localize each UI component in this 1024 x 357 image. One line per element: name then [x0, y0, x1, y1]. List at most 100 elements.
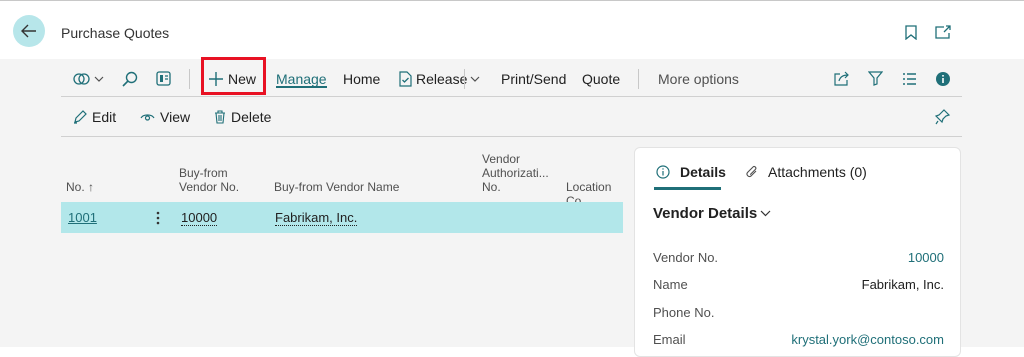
- page-header: Purchase Quotes: [0, 1, 1024, 59]
- field-value: Fabrikam, Inc.: [861, 277, 944, 292]
- row-vendor-no[interactable]: 10000: [181, 202, 218, 233]
- vendor-name-value: Fabrikam, Inc.: [275, 209, 358, 226]
- share-button[interactable]: [834, 62, 850, 95]
- factbox-panel: Details Attachments (0) Vendor Details V…: [634, 147, 961, 357]
- filter-button[interactable]: [868, 62, 883, 95]
- field-label: Vendor No.: [653, 250, 719, 265]
- column-label: Buy-from: [179, 166, 228, 180]
- field-email: Email krystal.york@contoso.com: [653, 332, 944, 350]
- record-actions-bar: Edit View Delete: [61, 104, 962, 130]
- paperclip-icon: [746, 165, 758, 179]
- divider: [61, 136, 962, 137]
- release-label: Release: [416, 70, 468, 87]
- column-label: Vendor: [482, 152, 521, 166]
- purchase-quotes-list: No. ↑ Buy-from Vendor No. Buy-from Vendo…: [61, 138, 623, 347]
- row-no: 1001: [68, 210, 97, 225]
- print-send-label: Print/Send: [501, 70, 567, 87]
- action-bar: New Manage Home Release Print/Send Quote…: [61, 57, 962, 95]
- info-icon: [936, 71, 950, 86]
- filter-pane-button[interactable]: [156, 62, 171, 95]
- active-tab-underline: [276, 86, 327, 88]
- more-vertical-icon: [156, 211, 160, 225]
- quote-label: Quote: [582, 70, 621, 87]
- share-icon: [834, 71, 850, 86]
- sort-ascending-icon: ↑: [88, 180, 95, 194]
- active-tab-underline: [654, 187, 721, 190]
- column-label: No.: [66, 180, 85, 194]
- delete-button[interactable]: Delete: [214, 104, 271, 130]
- edit-label: Edit: [92, 109, 117, 125]
- filter-icon: [868, 71, 883, 86]
- field-name: Name Fabrikam, Inc.: [653, 277, 944, 295]
- more-options-button[interactable]: More options: [658, 62, 739, 95]
- details-tab-label: Details: [680, 164, 726, 180]
- edit-button[interactable]: Edit: [73, 104, 116, 130]
- email-link[interactable]: krystal.york@contoso.com: [791, 332, 944, 347]
- tab-home[interactable]: Home: [343, 62, 380, 95]
- eye-icon: [140, 112, 155, 122]
- filter-pane-icon: [156, 71, 171, 86]
- row-no-link[interactable]: 1001: [68, 202, 97, 233]
- tab-manage[interactable]: Manage: [276, 62, 327, 95]
- trash-icon: [214, 110, 226, 124]
- row-actions-menu[interactable]: [156, 202, 160, 233]
- table-row[interactable]: 1001 10000 Fabrikam, Inc.: [61, 202, 623, 233]
- field-phone: Phone No.: [653, 305, 944, 323]
- bookmark-icon[interactable]: [902, 23, 920, 41]
- search-icon: [122, 71, 138, 87]
- chevron-down-icon: [470, 76, 480, 82]
- tab-details[interactable]: Details: [656, 162, 726, 182]
- info-button[interactable]: [936, 62, 950, 95]
- column-header-vendor-name[interactable]: Buy-from Vendor Name: [274, 180, 399, 194]
- analysis-icon: [73, 72, 91, 86]
- attachments-tab-label: Attachments (0): [768, 164, 867, 180]
- arrow-left-icon: [21, 24, 37, 38]
- field-label: Name: [653, 277, 688, 292]
- field-label: Email: [653, 332, 686, 347]
- chevron-down-icon: [94, 76, 104, 82]
- tab-print-send[interactable]: Print/Send: [501, 62, 566, 95]
- column-label: Vendor No.: [179, 180, 240, 194]
- list-view-icon: [902, 72, 917, 85]
- toolbar-separator: [189, 69, 190, 89]
- pencil-icon: [73, 110, 87, 124]
- tab-attachments[interactable]: Attachments (0): [746, 162, 867, 182]
- release-button[interactable]: Release: [399, 62, 467, 95]
- column-header-no[interactable]: No. ↑: [66, 180, 94, 194]
- highlight-box: [201, 57, 266, 95]
- pin-edit-icon: [935, 109, 951, 125]
- personalize-button[interactable]: [935, 104, 951, 130]
- field-vendor-no: Vendor No. 10000: [653, 250, 944, 268]
- section-title: Vendor Details: [653, 205, 758, 222]
- search-button[interactable]: [122, 62, 138, 95]
- release-dropdown-button[interactable]: [470, 62, 480, 95]
- split-separator: [464, 69, 465, 89]
- toolbar-separator: [638, 69, 639, 89]
- page-title: Purchase Quotes: [61, 25, 170, 41]
- open-new-window-icon[interactable]: [934, 23, 952, 41]
- field-label: Phone No.: [653, 305, 715, 320]
- column-label: Authorizati...: [482, 166, 549, 180]
- vendor-details-header[interactable]: Vendor Details: [653, 205, 771, 222]
- back-button[interactable]: [13, 15, 45, 47]
- divider: [61, 96, 962, 97]
- column-header-authorization-no[interactable]: Vendor Authorizati... No.: [482, 152, 549, 194]
- list-view-button[interactable]: [902, 62, 917, 95]
- release-document-icon: [399, 70, 412, 87]
- view-label: View: [160, 109, 191, 125]
- row-vendor-name[interactable]: Fabrikam, Inc.: [275, 202, 358, 233]
- tab-quote[interactable]: Quote: [582, 62, 620, 95]
- more-options-label: More options: [658, 70, 739, 87]
- vendor-no-value: 10000: [181, 209, 218, 226]
- delete-label: Delete: [231, 109, 272, 125]
- chevron-down-icon: [760, 210, 771, 217]
- vendor-no-link[interactable]: 10000: [908, 250, 944, 265]
- analysis-mode-button[interactable]: [73, 62, 104, 95]
- manage-label: Manage: [276, 70, 327, 87]
- column-label: Buy-from Vendor Name: [274, 180, 400, 194]
- column-header-vendor-no[interactable]: Buy-from Vendor No.: [179, 166, 239, 194]
- home-label: Home: [343, 70, 381, 87]
- view-button[interactable]: View: [140, 104, 190, 130]
- info-outline-icon: [656, 165, 670, 179]
- column-label: No.: [482, 180, 501, 194]
